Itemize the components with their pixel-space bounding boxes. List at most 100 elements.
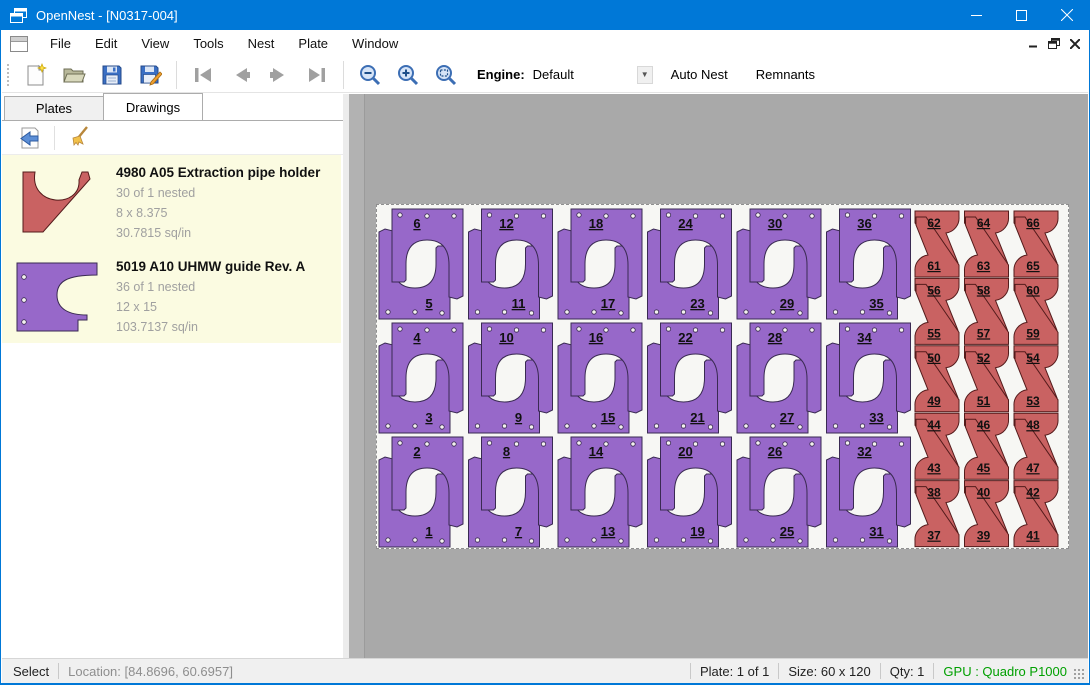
svg-text:35: 35: [869, 296, 883, 311]
drawing-item[interactable]: 4980 A05 Extraction pipe holder30 of 1 n…: [2, 155, 341, 249]
menu-bar: FileEditViewToolsNestPlateWindow: [2, 30, 1088, 57]
new-document-icon: [25, 63, 47, 87]
zoom-out-icon: [358, 63, 382, 87]
svg-text:22: 22: [678, 330, 692, 345]
document-window-icon[interactable]: [10, 36, 28, 52]
engine-value: Default: [531, 67, 637, 82]
toolbar-separator: [343, 61, 344, 89]
menu-item-file[interactable]: File: [38, 32, 83, 55]
chevron-down-icon[interactable]: ▼: [637, 66, 653, 84]
title-bar[interactable]: OpenNest - [N0317-004]: [1, 0, 1089, 30]
svg-text:7: 7: [515, 524, 522, 539]
svg-text:50: 50: [927, 351, 941, 365]
svg-text:11: 11: [512, 296, 526, 311]
svg-text:44: 44: [927, 418, 941, 432]
svg-text:63: 63: [977, 259, 991, 273]
save-button[interactable]: [96, 60, 128, 90]
remnants-button[interactable]: Remnants: [746, 62, 825, 87]
next-plate-icon: [269, 66, 289, 84]
tab-plates[interactable]: Plates: [4, 96, 104, 120]
drawing-item[interactable]: 5019 A10 UHMW guide Rev. A36 of 1 nested…: [2, 249, 341, 343]
svg-text:65: 65: [1026, 259, 1040, 273]
svg-text:3: 3: [425, 410, 432, 425]
open-button[interactable]: [58, 60, 90, 90]
svg-text:24: 24: [678, 216, 693, 231]
svg-text:20: 20: [678, 444, 692, 459]
nested-parts: 6512111817242330293635431091615222128273…: [377, 205, 1068, 548]
minimize-button[interactable]: [954, 0, 999, 30]
statusbar-separator: [933, 663, 934, 679]
svg-text:37: 37: [927, 529, 941, 543]
maximize-icon: [1016, 10, 1027, 21]
svg-text:36: 36: [857, 216, 871, 231]
menu-item-view[interactable]: View: [129, 32, 181, 55]
svg-text:43: 43: [927, 461, 941, 475]
svg-text:33: 33: [869, 410, 883, 425]
previous-plate-button[interactable]: [225, 60, 257, 90]
app-window: OpenNest - [N0317-004] FileEditViewTools…: [0, 0, 1090, 685]
svg-text:15: 15: [601, 410, 615, 425]
svg-text:26: 26: [768, 444, 782, 459]
toolbar-grip[interactable]: [6, 63, 11, 87]
import-drawing-button[interactable]: [14, 124, 46, 152]
mdi-restore-icon[interactable]: [1048, 38, 1060, 49]
plate-qty: Qty: 1: [890, 664, 925, 679]
content-area: Plates Drawings 4980 A05: [2, 94, 1088, 658]
app-icon: [10, 8, 27, 23]
new-document-button[interactable]: [20, 60, 52, 90]
next-plate-button[interactable]: [263, 60, 295, 90]
menu-item-window[interactable]: Window: [340, 32, 410, 55]
svg-text:8: 8: [503, 444, 510, 459]
svg-text:48: 48: [1026, 418, 1040, 432]
svg-text:59: 59: [1026, 326, 1040, 340]
toolbar-separator: [54, 126, 55, 150]
first-plate-icon: [192, 66, 214, 84]
nesting-canvas[interactable]: 6512111817242330293635431091615222128273…: [349, 94, 1088, 658]
menu-item-tools[interactable]: Tools: [181, 32, 235, 55]
plate[interactable]: 6512111817242330293635431091615222128273…: [376, 204, 1069, 549]
svg-text:42: 42: [1026, 486, 1040, 500]
svg-text:41: 41: [1026, 529, 1040, 543]
mdi-minimize-icon[interactable]: [1029, 39, 1038, 48]
menu-item-nest[interactable]: Nest: [236, 32, 287, 55]
import-drawing-icon: [18, 126, 42, 150]
svg-text:38: 38: [927, 486, 941, 500]
menu-item-plate[interactable]: Plate: [286, 32, 340, 55]
svg-text:28: 28: [768, 330, 782, 345]
gpu-indicator: GPU : Quadro P1000: [943, 664, 1067, 679]
close-icon: [1061, 9, 1073, 21]
mdi-close-icon[interactable]: [1070, 39, 1080, 49]
zoom-out-button[interactable]: [354, 60, 386, 90]
svg-text:40: 40: [977, 486, 991, 500]
menu-item-edit[interactable]: Edit: [83, 32, 129, 55]
first-plate-button[interactable]: [187, 60, 219, 90]
tab-drawings[interactable]: Drawings: [103, 93, 203, 120]
svg-text:1: 1: [425, 524, 432, 539]
svg-text:30: 30: [768, 216, 782, 231]
close-button[interactable]: [1044, 0, 1089, 30]
menu-items: FileEditViewToolsNestPlateWindow: [38, 32, 410, 55]
svg-text:49: 49: [927, 394, 941, 408]
resize-grip[interactable]: [1073, 668, 1085, 680]
zoom-fit-button[interactable]: [430, 60, 462, 90]
broom-icon: [67, 126, 91, 150]
auto-nest-button[interactable]: Auto Nest: [661, 62, 738, 87]
save-as-button[interactable]: [134, 60, 166, 90]
zoom-fit-icon: [434, 63, 458, 87]
svg-text:66: 66: [1026, 216, 1040, 230]
statusbar-separator: [778, 663, 779, 679]
clear-drawings-button[interactable]: [63, 124, 95, 152]
svg-text:61: 61: [927, 259, 941, 273]
drawing-thumbnail: [22, 171, 92, 235]
svg-text:27: 27: [780, 410, 794, 425]
toolbar-separator: [176, 61, 177, 89]
engine-label: Engine:: [477, 67, 525, 82]
last-plate-button[interactable]: [301, 60, 333, 90]
zoom-in-button[interactable]: [392, 60, 424, 90]
drawing-thumbnail: [16, 262, 98, 332]
drawings-toolbar: [2, 121, 343, 155]
maximize-button[interactable]: [999, 0, 1044, 30]
engine-combobox[interactable]: Default ▼: [531, 63, 653, 87]
svg-text:25: 25: [780, 524, 794, 539]
main-toolbar: Engine: Default ▼ Auto Nest Remnants: [2, 57, 1088, 93]
